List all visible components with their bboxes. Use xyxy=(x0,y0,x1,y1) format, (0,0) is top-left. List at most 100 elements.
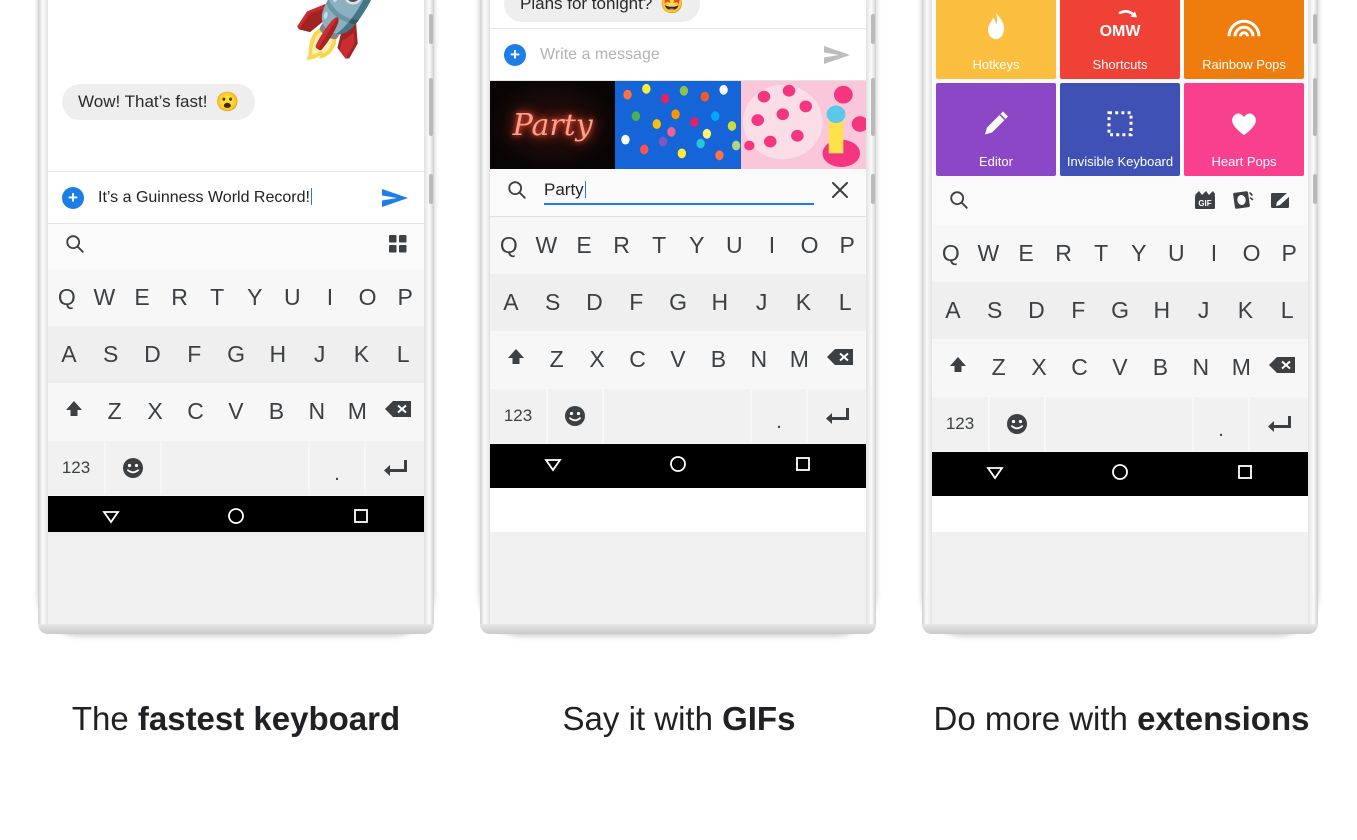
gif-pink-polka-dots[interactable] xyxy=(740,81,866,169)
key[interactable]: C xyxy=(617,346,657,373)
period-key[interactable]: . xyxy=(752,389,806,443)
key[interactable]: K xyxy=(340,341,382,368)
key[interactable]: V xyxy=(658,346,698,373)
shift-key[interactable] xyxy=(54,398,94,425)
key[interactable]: N xyxy=(297,398,337,425)
volume-down-button[interactable] xyxy=(871,78,875,136)
back-icon[interactable] xyxy=(543,454,563,479)
message-input[interactable]: Write a message xyxy=(540,46,808,64)
key[interactable]: Q xyxy=(48,284,86,311)
key[interactable]: W xyxy=(86,284,124,311)
volume-down-button[interactable] xyxy=(1313,78,1317,136)
close-icon[interactable] xyxy=(830,180,850,205)
shift-key[interactable] xyxy=(496,346,536,373)
key[interactable]: Y xyxy=(678,232,716,259)
key[interactable]: B xyxy=(256,398,296,425)
send-button[interactable] xyxy=(380,187,410,209)
key[interactable]: S xyxy=(532,289,574,316)
shift-key[interactable] xyxy=(938,354,978,381)
power-button[interactable] xyxy=(429,174,433,204)
key[interactable]: F xyxy=(173,341,215,368)
key[interactable]: T xyxy=(640,232,678,259)
key[interactable]: M xyxy=(779,346,819,373)
enter-key[interactable] xyxy=(808,389,866,443)
enter-key[interactable] xyxy=(1250,397,1308,451)
emoji-key[interactable] xyxy=(106,441,160,495)
key[interactable]: R xyxy=(603,232,641,259)
key[interactable]: J xyxy=(1183,297,1225,324)
key[interactable]: U xyxy=(1158,240,1196,267)
key[interactable]: D xyxy=(1016,297,1058,324)
key[interactable]: F xyxy=(615,289,657,316)
backspace-key[interactable] xyxy=(378,398,418,425)
grid-icon[interactable] xyxy=(388,234,408,259)
search-icon[interactable] xyxy=(506,179,528,206)
space-key[interactable] xyxy=(162,441,308,495)
key[interactable]: X xyxy=(135,398,175,425)
volume-up-button[interactable] xyxy=(871,14,875,44)
key[interactable]: B xyxy=(1140,354,1180,381)
key[interactable]: W xyxy=(970,240,1008,267)
back-icon[interactable] xyxy=(985,462,1005,487)
sticker-icon[interactable] xyxy=(1232,189,1254,216)
key[interactable]: M xyxy=(1221,354,1261,381)
home-icon[interactable] xyxy=(1110,462,1130,487)
extension-tile-hotkeys[interactable]: Hotkeys xyxy=(936,0,1056,79)
key[interactable]: S xyxy=(90,341,132,368)
key[interactable]: X xyxy=(577,346,617,373)
key[interactable]: I xyxy=(753,232,791,259)
recents-icon[interactable] xyxy=(351,506,371,531)
numbers-key[interactable]: 123 xyxy=(490,389,546,443)
key[interactable]: H xyxy=(1141,297,1183,324)
key[interactable]: Y xyxy=(1120,240,1158,267)
key[interactable]: O xyxy=(349,284,387,311)
search-icon[interactable] xyxy=(64,233,86,260)
key[interactable]: K xyxy=(782,289,824,316)
key[interactable]: Q xyxy=(490,232,528,259)
period-key[interactable]: . xyxy=(1194,397,1248,451)
key[interactable]: N xyxy=(1181,354,1221,381)
power-button[interactable] xyxy=(871,174,875,204)
key[interactable]: I xyxy=(1195,240,1233,267)
volume-up-button[interactable] xyxy=(1313,14,1317,44)
key[interactable]: C xyxy=(1059,354,1099,381)
backspace-key[interactable] xyxy=(1262,354,1302,381)
key[interactable]: R xyxy=(1045,240,1083,267)
extension-tile-editor[interactable]: Editor xyxy=(936,83,1056,176)
home-icon[interactable] xyxy=(668,454,688,479)
key[interactable]: L xyxy=(382,341,424,368)
key[interactable]: P xyxy=(828,232,866,259)
home-icon[interactable] xyxy=(226,506,246,531)
key[interactable]: C xyxy=(175,398,215,425)
back-icon[interactable] xyxy=(101,506,121,531)
space-key[interactable] xyxy=(1046,397,1192,451)
numbers-key[interactable]: 123 xyxy=(48,441,104,495)
key[interactable]: Z xyxy=(978,354,1018,381)
key[interactable]: L xyxy=(824,289,866,316)
extension-tile-heart-pops[interactable]: Heart Pops xyxy=(1184,83,1304,176)
message-input[interactable]: It’s a Guinness World Record! xyxy=(98,188,366,207)
key[interactable]: K xyxy=(1224,297,1266,324)
key[interactable]: E xyxy=(1007,240,1045,267)
key[interactable]: H xyxy=(257,341,299,368)
key[interactable]: T xyxy=(198,284,236,311)
gif-neon-party-sign[interactable]: Party xyxy=(490,81,616,169)
key[interactable]: I xyxy=(311,284,349,311)
key[interactable]: P xyxy=(1270,240,1308,267)
key[interactable]: D xyxy=(574,289,616,316)
extension-tile-rainbow-pops[interactable]: Rainbow Pops xyxy=(1184,0,1304,79)
add-attachment-button[interactable]: + xyxy=(504,43,526,66)
draw-icon[interactable] xyxy=(1270,190,1292,215)
key[interactable]: J xyxy=(299,341,341,368)
key[interactable]: Z xyxy=(536,346,576,373)
key[interactable]: G xyxy=(657,289,699,316)
numbers-key[interactable]: 123 xyxy=(932,397,988,451)
key[interactable]: M xyxy=(337,398,377,425)
key[interactable]: G xyxy=(1099,297,1141,324)
recents-icon[interactable] xyxy=(793,454,813,479)
key[interactable]: J xyxy=(741,289,783,316)
key[interactable]: D xyxy=(132,341,174,368)
key[interactable]: U xyxy=(716,232,754,259)
key[interactable]: A xyxy=(932,297,974,324)
period-key[interactable]: . xyxy=(310,441,364,495)
